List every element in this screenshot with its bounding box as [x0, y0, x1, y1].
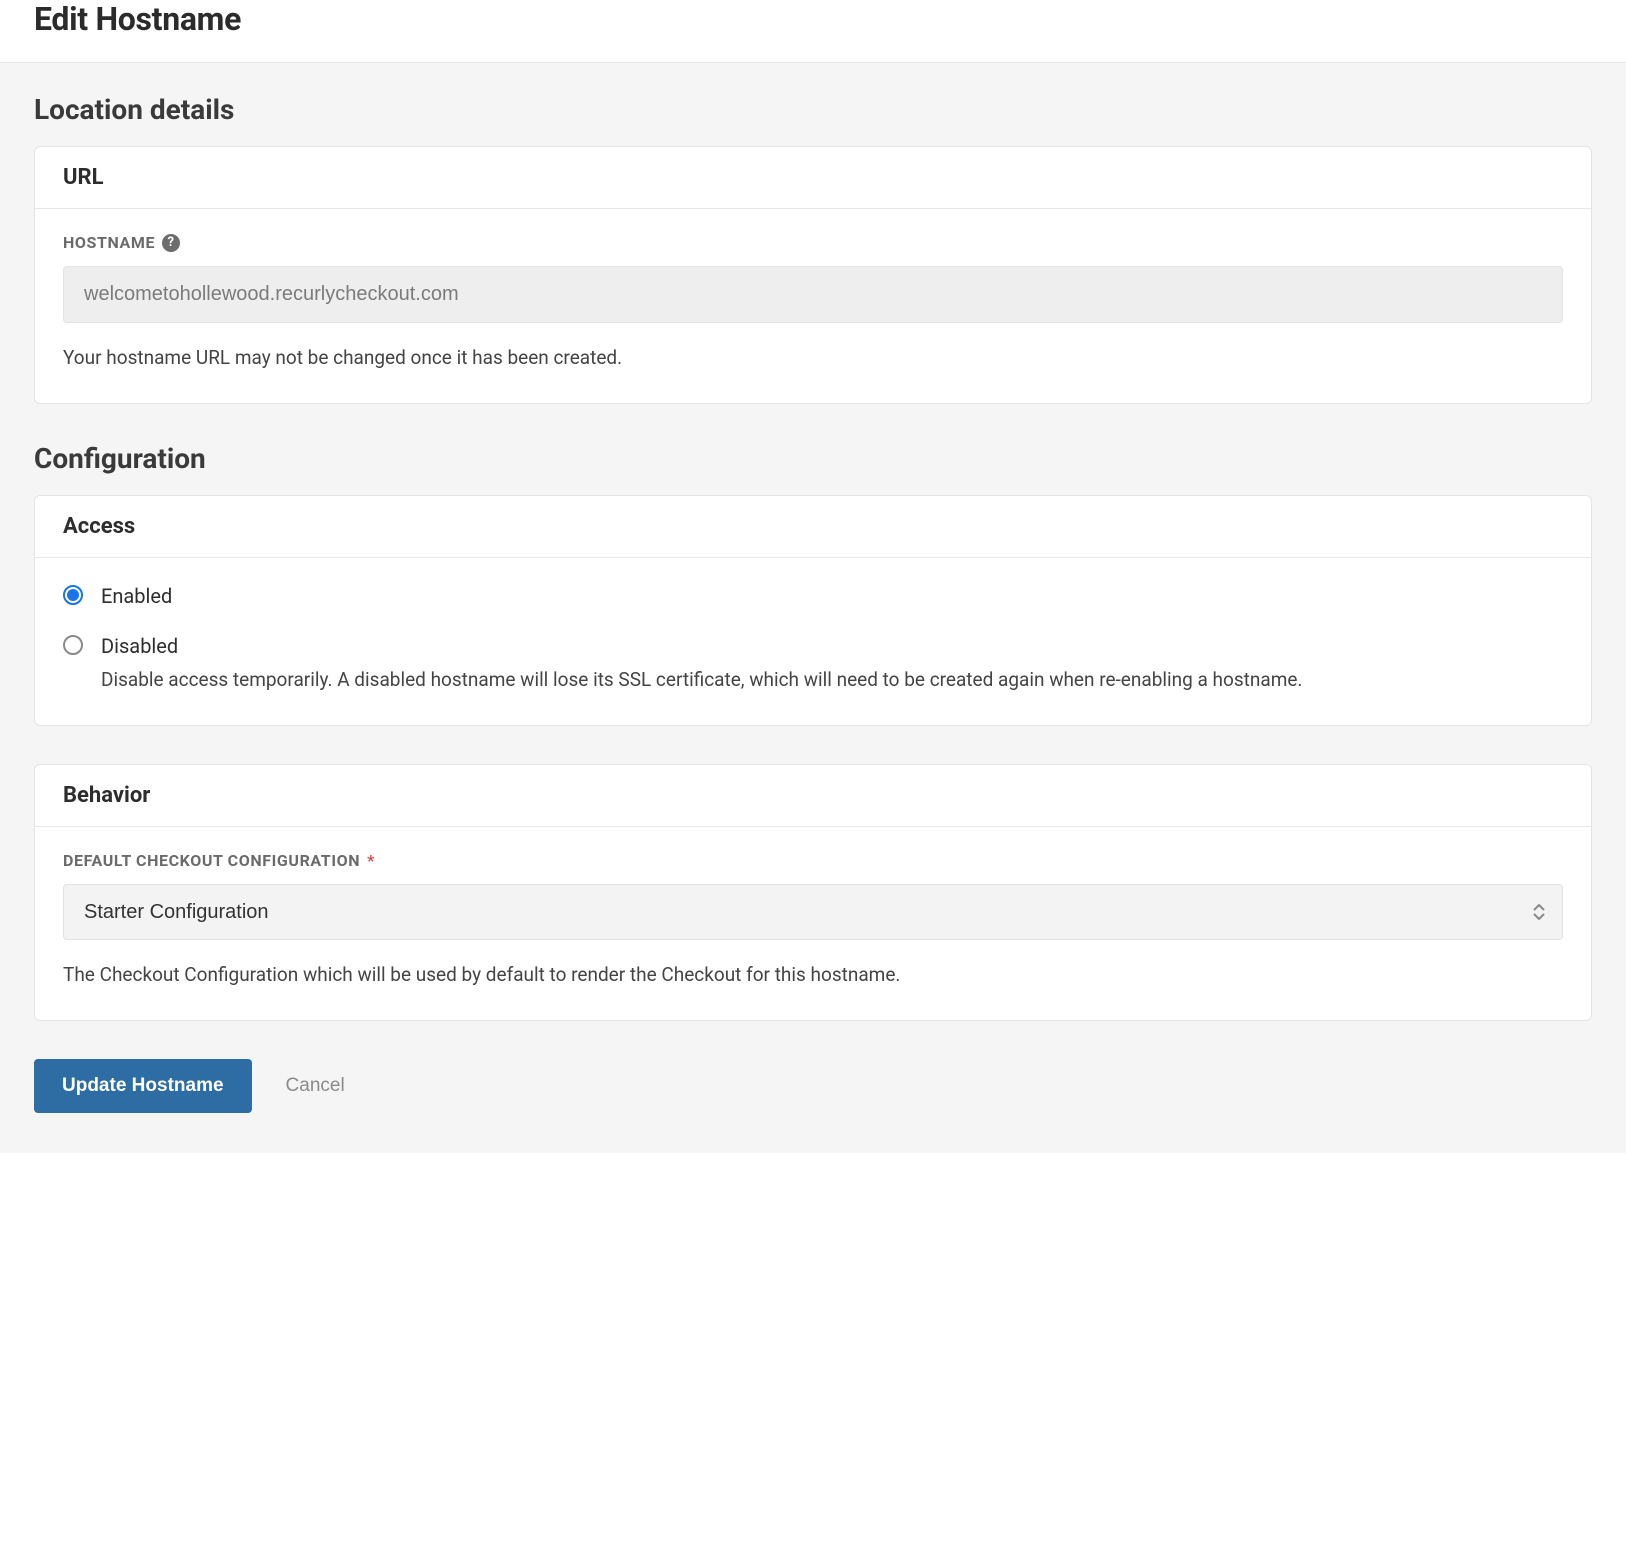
- access-disabled-row[interactable]: Disabled Disable access temporarily. A d…: [63, 632, 1563, 695]
- access-disabled-radio[interactable]: [63, 635, 83, 655]
- access-enabled-row[interactable]: Enabled: [63, 582, 1563, 610]
- url-card-header: URL: [35, 147, 1591, 209]
- hostname-input: [63, 266, 1563, 323]
- page-title: Edit Hostname: [34, 0, 1592, 38]
- url-card: URL HOSTNAME ? Your hostname URL may not…: [34, 146, 1592, 404]
- form-actions: Update Hostname Cancel: [34, 1059, 1592, 1113]
- behavior-card-title: Behavior: [63, 783, 1563, 808]
- access-card-body: Enabled Disabled Disable access temporar…: [35, 558, 1591, 725]
- access-enabled-label: Enabled: [101, 582, 1563, 610]
- url-card-body: HOSTNAME ? Your hostname URL may not be …: [35, 209, 1591, 403]
- access-radio-group: Enabled Disabled Disable access temporar…: [63, 582, 1563, 695]
- default-config-select[interactable]: Starter Configuration: [63, 884, 1563, 940]
- access-card: Access Enabled Disabled Disable access t…: [34, 495, 1592, 726]
- configuration-section-title: Configuration: [34, 442, 1592, 475]
- default-config-label: DEFAULT CHECKOUT CONFIGURATION *: [63, 851, 1563, 870]
- hostname-label-text: HOSTNAME: [63, 233, 155, 252]
- hostname-help-text: Your hostname URL may not be changed onc…: [63, 343, 1563, 373]
- url-card-title: URL: [63, 165, 1563, 190]
- behavior-card-header: Behavior: [35, 765, 1591, 827]
- behavior-card: Behavior DEFAULT CHECKOUT CONFIGURATION …: [34, 764, 1592, 1021]
- behavior-card-body: DEFAULT CHECKOUT CONFIGURATION * Starter…: [35, 827, 1591, 1020]
- location-section-title: Location details: [34, 93, 1592, 126]
- cancel-button[interactable]: Cancel: [286, 1075, 345, 1097]
- access-disabled-label: Disabled: [101, 632, 1563, 660]
- default-config-help: The Checkout Configuration which will be…: [63, 960, 1563, 990]
- content-area: Location details URL HOSTNAME ? Your hos…: [0, 62, 1626, 1153]
- default-config-select-wrap: Starter Configuration: [63, 884, 1563, 940]
- access-card-title: Access: [63, 514, 1563, 539]
- hostname-label: HOSTNAME ?: [63, 233, 1563, 252]
- required-asterisk: *: [367, 851, 375, 870]
- update-hostname-button[interactable]: Update Hostname: [34, 1059, 252, 1113]
- access-disabled-desc: Disable access temporarily. A disabled h…: [101, 666, 1563, 695]
- help-icon[interactable]: ?: [162, 234, 180, 252]
- page-bottom-spacer: [0, 1153, 1626, 1553]
- access-card-header: Access: [35, 496, 1591, 558]
- access-enabled-radio[interactable]: [63, 585, 83, 605]
- default-config-label-text: DEFAULT CHECKOUT CONFIGURATION: [63, 851, 360, 870]
